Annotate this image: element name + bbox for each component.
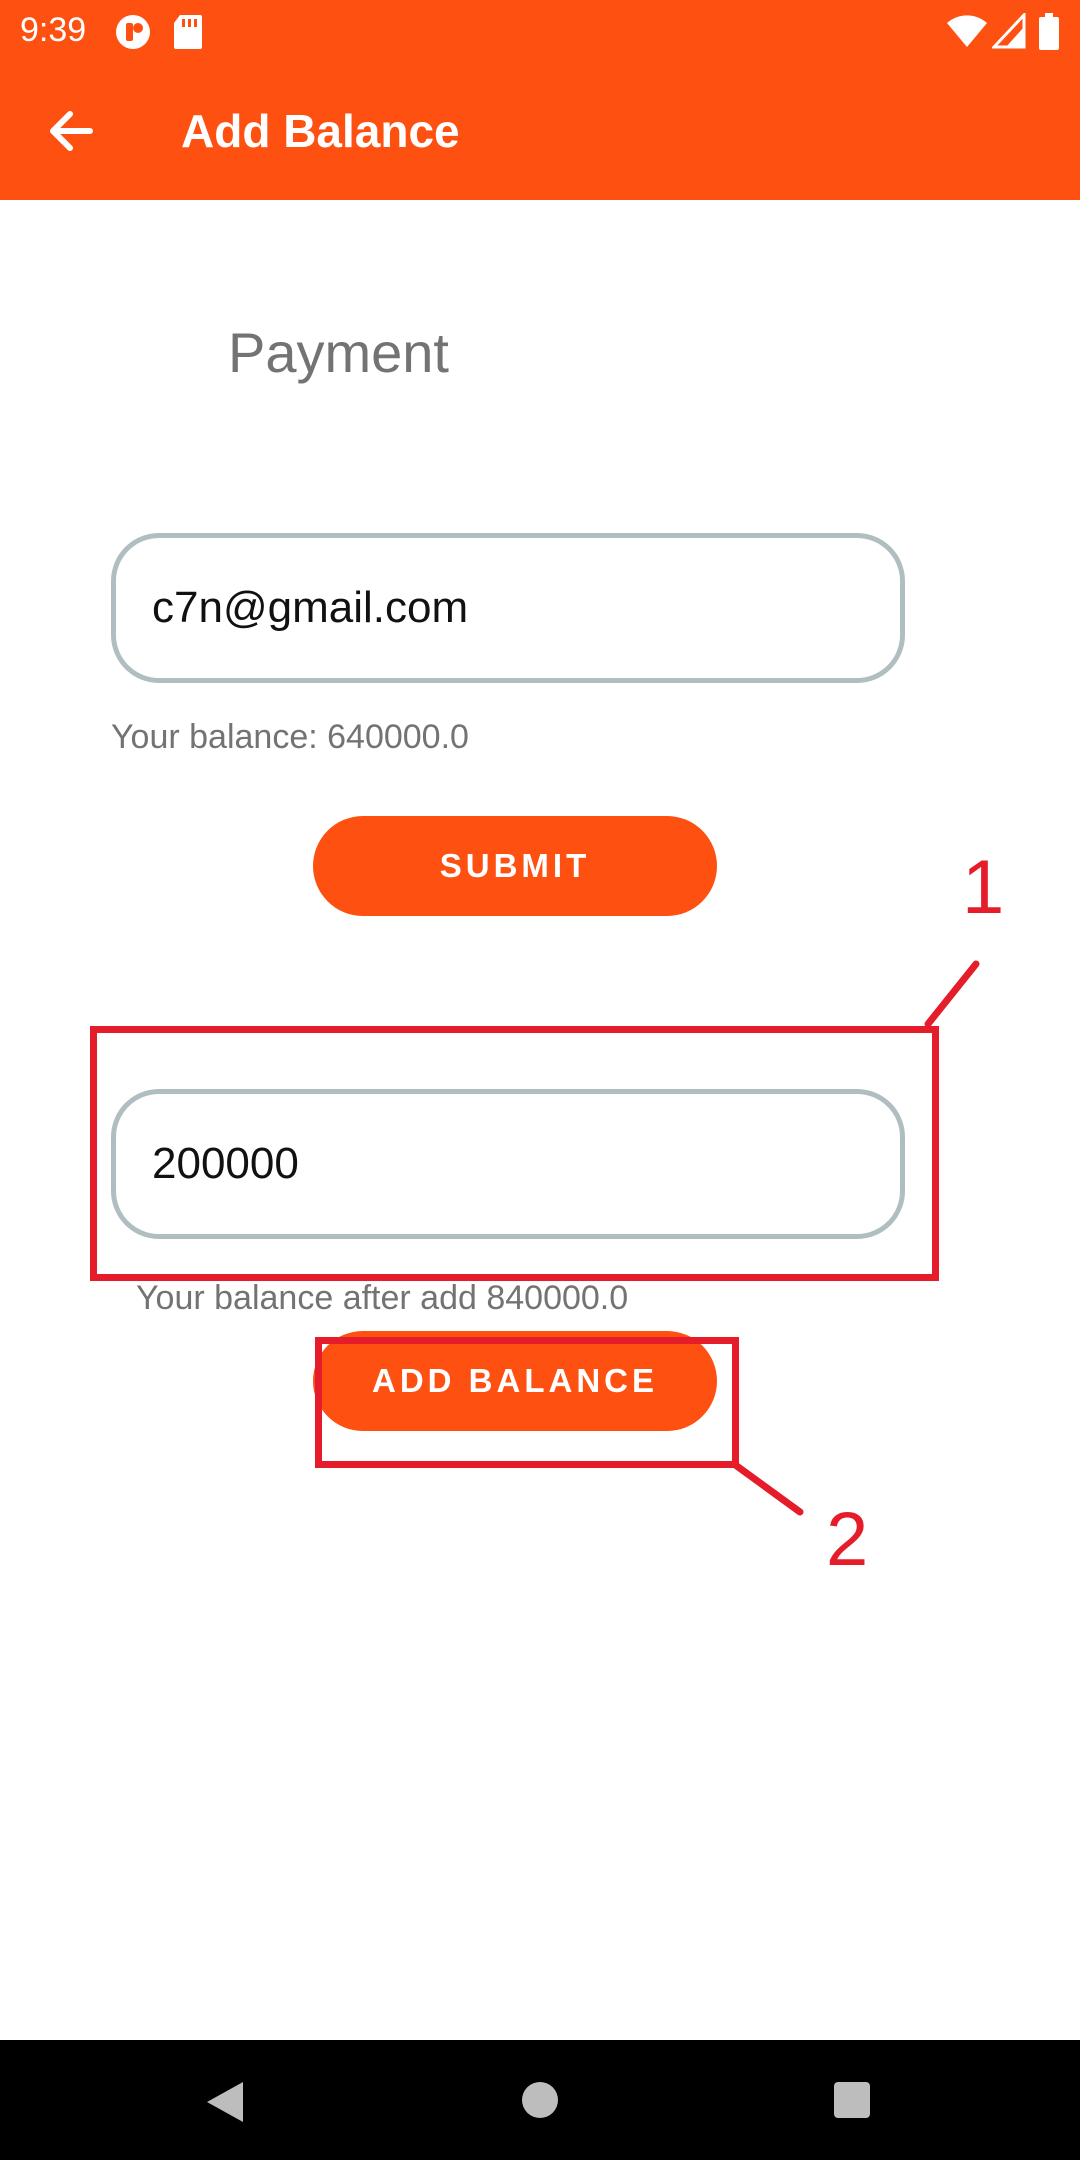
annotation-label-1: 1 xyxy=(962,845,1005,930)
notification-app-icon xyxy=(114,13,152,56)
system-nav-bar xyxy=(0,2040,1080,2160)
annotation-leader-line-2 xyxy=(730,1460,804,1516)
wifi-icon xyxy=(946,13,988,54)
sd-card-icon xyxy=(172,13,204,56)
balance-text: Your balance: 640000.0 xyxy=(111,718,469,756)
annotation-label-2: 2 xyxy=(826,1497,869,1582)
signal-icon xyxy=(990,11,1026,54)
back-button[interactable] xyxy=(36,96,106,166)
nav-recents-icon[interactable] xyxy=(832,2080,872,2120)
status-time: 9:39 xyxy=(20,11,87,49)
annotation-box-1 xyxy=(90,1026,939,1281)
nav-back-icon[interactable] xyxy=(205,2080,245,2124)
status-bar: 9:39 xyxy=(0,0,1080,63)
battery-icon xyxy=(1038,13,1060,56)
app-bar: Add Balance xyxy=(0,63,1080,200)
submit-button[interactable]: SUBMIT xyxy=(313,816,717,916)
balance-after-text: Your balance after add 840000.0 xyxy=(136,1279,629,1317)
annotation-box-2 xyxy=(315,1337,739,1468)
annotation-leader-line-1 xyxy=(924,960,980,1028)
email-value: c7n@gmail.com xyxy=(152,583,469,632)
back-arrow-icon xyxy=(50,111,93,151)
email-field[interactable]: c7n@gmail.com xyxy=(111,533,905,683)
page-title: Add Balance xyxy=(181,105,460,157)
nav-home-icon[interactable] xyxy=(520,2080,560,2120)
payment-heading: Payment xyxy=(228,321,449,384)
